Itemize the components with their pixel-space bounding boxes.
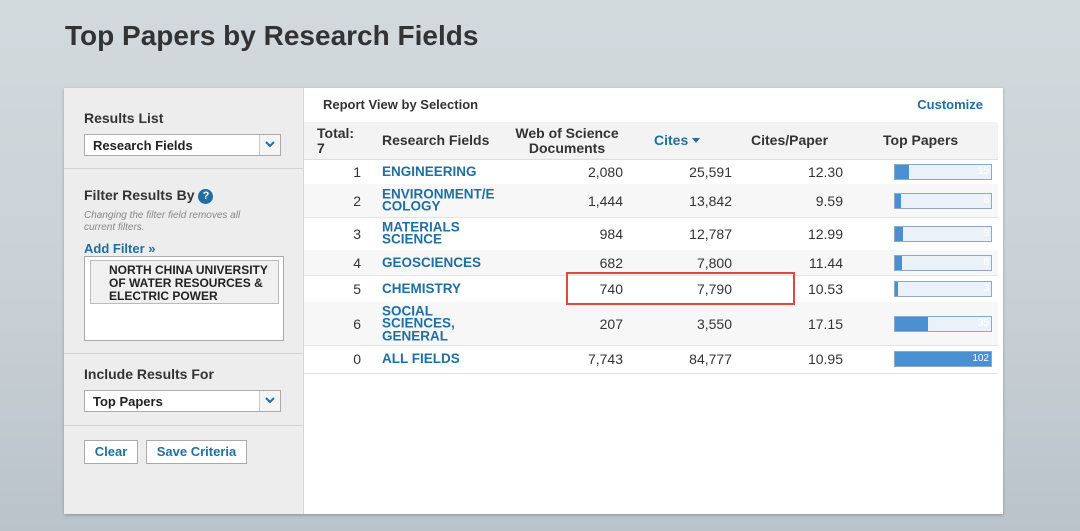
row-field-link[interactable]: ENVIRONMENT/E COLOGY bbox=[382, 187, 502, 213]
total-header: Total: 7 bbox=[317, 125, 355, 156]
row-cites: 7,790 bbox=[696, 280, 732, 297]
top-papers-value: 15 bbox=[977, 165, 989, 177]
row-cites: 3,550 bbox=[696, 315, 732, 332]
results-list-label: Results List bbox=[84, 110, 164, 126]
row-rank: 2 bbox=[353, 192, 361, 209]
filter-list: NORTH CHINA UNIVERSITY OF WATER RESOURCE… bbox=[84, 256, 284, 341]
chevron-down-icon[interactable] bbox=[259, 391, 280, 411]
row-cites-per-paper: 17.15 bbox=[807, 315, 843, 332]
page-title: Top Papers by Research Fields bbox=[65, 20, 479, 51]
top-papers-bar-fill bbox=[895, 164, 910, 179]
top-papers-bar[interactable]: 15 bbox=[894, 163, 992, 180]
row-documents: 1,444 bbox=[587, 192, 623, 209]
row-documents: 7,743 bbox=[587, 351, 623, 367]
divider bbox=[64, 168, 303, 169]
row-cites-per-paper: 11.44 bbox=[809, 254, 843, 271]
results-list-select[interactable]: Research Fields bbox=[84, 134, 281, 156]
top-papers-value: 3 bbox=[983, 282, 989, 294]
row-rank: 4 bbox=[353, 254, 361, 271]
top-papers-bar-fill bbox=[895, 255, 903, 270]
research-fields-header[interactable]: Research Fields bbox=[382, 133, 489, 148]
customize-link[interactable]: Customize bbox=[917, 97, 983, 112]
row-cites-per-paper: 12.99 bbox=[807, 225, 843, 242]
active-filter-chip[interactable]: NORTH CHINA UNIVERSITY OF WATER RESOURCE… bbox=[90, 260, 279, 304]
table-row: 0 ALL FIELDS 7,743 84,777 10.95 102 bbox=[304, 345, 998, 374]
table-row: 4 GEOSCIENCES 682 7,800 11.44 8 bbox=[304, 250, 998, 276]
row-field-link[interactable]: SOCIAL SCIENCES, GENERAL bbox=[382, 304, 502, 343]
row-rank: 5 bbox=[353, 280, 361, 297]
results-list-value: Research Fields bbox=[93, 138, 193, 153]
row-cites-per-paper: 10.95 bbox=[807, 351, 843, 367]
row-cites: 12,787 bbox=[689, 225, 732, 242]
row-cites-per-paper: 9.59 bbox=[815, 192, 843, 209]
filter-note: Changing the filter field removes all cu… bbox=[84, 210, 241, 233]
row-field-link[interactable]: CHEMISTRY bbox=[382, 281, 502, 295]
row-rank: 3 bbox=[353, 225, 361, 242]
row-cites: 84,777 bbox=[689, 351, 732, 367]
top-papers-bar-fill bbox=[895, 193, 901, 208]
row-rank: 0 bbox=[353, 351, 361, 367]
add-filter-link[interactable]: Add Filter » bbox=[84, 241, 156, 256]
top-papers-value: 9 bbox=[983, 227, 989, 239]
row-cites-per-paper: 12.30 bbox=[807, 163, 843, 180]
save-criteria-button[interactable]: Save Criteria bbox=[146, 440, 247, 464]
cites-header[interactable]: Cites bbox=[654, 132, 701, 148]
row-documents: 740 bbox=[599, 280, 623, 297]
row-documents: 682 bbox=[599, 254, 623, 271]
divider bbox=[64, 353, 303, 354]
chevron-down-icon[interactable] bbox=[259, 135, 280, 155]
sort-down-icon bbox=[692, 138, 701, 143]
top-papers-bar-fill bbox=[895, 226, 904, 241]
top-papers-bar-fill bbox=[895, 281, 898, 296]
question-icon[interactable]: ? bbox=[198, 189, 214, 204]
row-field-link[interactable]: GEOSCIENCES bbox=[382, 255, 502, 269]
top-papers-bar[interactable]: 6 bbox=[894, 192, 992, 209]
divider bbox=[64, 425, 303, 426]
table-row: 2 ENVIRONMENT/E COLOGY 1,444 13,842 9.59 6 bbox=[304, 184, 998, 218]
row-cites: 25,591 bbox=[689, 163, 732, 180]
top-papers-value: 35 bbox=[977, 317, 989, 329]
sidebar: Results List Research Fields Filter Resu… bbox=[64, 88, 304, 514]
clear-button[interactable]: Clear bbox=[84, 440, 138, 464]
top-papers-bar[interactable]: 102 bbox=[894, 351, 992, 367]
top-papers-value: 6 bbox=[983, 194, 989, 206]
top-papers-value: 8 bbox=[983, 256, 989, 268]
row-field-link[interactable]: ALL FIELDS bbox=[382, 352, 502, 366]
top-papers-bar-fill bbox=[895, 316, 928, 331]
row-rank: 1 bbox=[353, 163, 361, 180]
row-field-link[interactable]: MATERIALS SCIENCE bbox=[382, 220, 502, 246]
table-row: 1 ENGINEERING 2,080 25,591 12.30 15 bbox=[304, 159, 998, 185]
row-cites: 13,842 bbox=[689, 192, 732, 209]
table-row: 6 SOCIAL SCIENCES, GENERAL 207 3,550 17.15 35 bbox=[304, 302, 998, 346]
row-documents: 207 bbox=[599, 315, 623, 332]
table-row: 5 CHEMISTRY 740 7,790 10.53 3 bbox=[304, 275, 998, 303]
row-rank: 6 bbox=[353, 315, 361, 332]
table-header: Total: 7 Research Fields Web of Science … bbox=[304, 122, 998, 160]
report-main: Report View by Selection Customize Total… bbox=[304, 88, 1003, 514]
report-panel: Results List Research Fields Filter Resu… bbox=[64, 88, 1003, 514]
row-cites: 7,800 bbox=[696, 254, 732, 271]
include-results-select[interactable]: Top Papers bbox=[84, 390, 281, 412]
include-results-label: Include Results For bbox=[84, 366, 214, 382]
cites-header-label: Cites bbox=[654, 132, 689, 148]
report-title: Report View by Selection bbox=[323, 97, 479, 112]
row-cites-per-paper: 10.53 bbox=[807, 280, 843, 297]
row-field-link[interactable]: ENGINEERING bbox=[382, 164, 502, 178]
top-papers-value: 102 bbox=[972, 353, 989, 364]
table-row: 3 MATERIALS SCIENCE 984 12,787 12.99 9 bbox=[304, 217, 998, 251]
top-papers-bar[interactable]: 8 bbox=[894, 254, 992, 271]
filter-results-text: Filter Results By bbox=[84, 187, 195, 203]
include-results-value: Top Papers bbox=[93, 394, 163, 409]
top-papers-bar[interactable]: 3 bbox=[894, 280, 992, 297]
cites-per-paper-header[interactable]: Cites/Paper bbox=[751, 133, 828, 148]
row-documents: 984 bbox=[599, 225, 623, 242]
documents-header[interactable]: Web of Science Documents bbox=[512, 126, 622, 156]
filter-results-label: Filter Results By? bbox=[84, 187, 214, 204]
top-papers-header[interactable]: Top Papers bbox=[883, 133, 958, 148]
row-documents: 2,080 bbox=[587, 163, 623, 180]
top-papers-bar[interactable]: 35 bbox=[894, 315, 992, 332]
top-papers-bar[interactable]: 9 bbox=[894, 225, 992, 242]
